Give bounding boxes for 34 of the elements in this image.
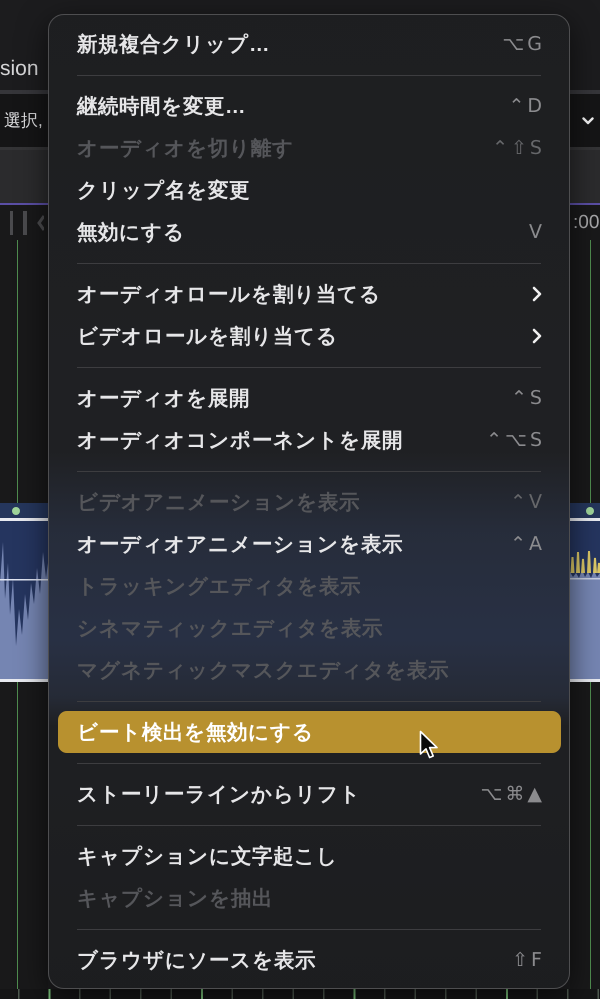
menu-item[interactable]: オーディオを展開 ⌃S xyxy=(58,377,561,419)
menu-item[interactable]: ブラウザにソースを表示 ⇧F xyxy=(58,939,561,981)
menu-item[interactable]: 新規複合クリップ… ⌥G xyxy=(58,23,561,65)
keyboard-shortcut: ⌃A xyxy=(510,533,545,555)
toolbar-text: 選択, xyxy=(3,110,43,132)
menu-item[interactable]: オーディオアニメーションを表示 ⌃A xyxy=(58,523,561,565)
keyboard-shortcut: ⌃S xyxy=(511,387,545,409)
menu-item[interactable]: ビデオロールを割り当てる xyxy=(58,315,561,357)
keyframe-dot-icon xyxy=(586,506,594,514)
menu-item[interactable]: 継続時間を変更… ⌃D xyxy=(58,85,561,127)
keyboard-shortcut: V xyxy=(529,221,545,243)
chevron-right-icon xyxy=(532,286,542,302)
keyboard-shortcut: ⌥⌘▲ xyxy=(480,783,545,805)
waveform-drawing xyxy=(570,521,600,581)
menu-item[interactable]: オーディオロールを割り当てる xyxy=(58,273,561,315)
header-bar xyxy=(0,150,48,203)
keyframe-dot-icon xyxy=(12,506,20,514)
menu-item[interactable]: オーディオコンポーネントを展開 ⌃⌥S xyxy=(58,419,561,461)
menu-item[interactable]: ストーリーラインからリフト ⌥⌘▲ xyxy=(58,773,561,815)
header-bar xyxy=(570,150,600,203)
keyboard-shortcut: ⌃⇧S xyxy=(492,137,545,159)
chevron-down-icon[interactable] xyxy=(582,116,594,124)
keyboard-shortcut: ⇧F xyxy=(512,949,545,971)
keyboard-shortcut: ⌃⌥S xyxy=(486,429,545,451)
keyboard-shortcut: ⌃V xyxy=(510,491,545,513)
keyboard-shortcut: ⌃D xyxy=(508,95,545,117)
keyboard-shortcut: ⌥G xyxy=(502,33,545,55)
menu-item[interactable]: クリップ名を変更 xyxy=(58,169,561,211)
menu-item[interactable]: 無効にする V xyxy=(58,211,561,253)
menu-item[interactable]: キャプションに文字起こし xyxy=(58,835,561,877)
chevron-right-icon xyxy=(532,328,542,344)
title-text: sion xyxy=(0,56,39,82)
mouse-pointer-icon xyxy=(419,730,439,760)
ruler-time-label: :00 xyxy=(572,212,600,234)
